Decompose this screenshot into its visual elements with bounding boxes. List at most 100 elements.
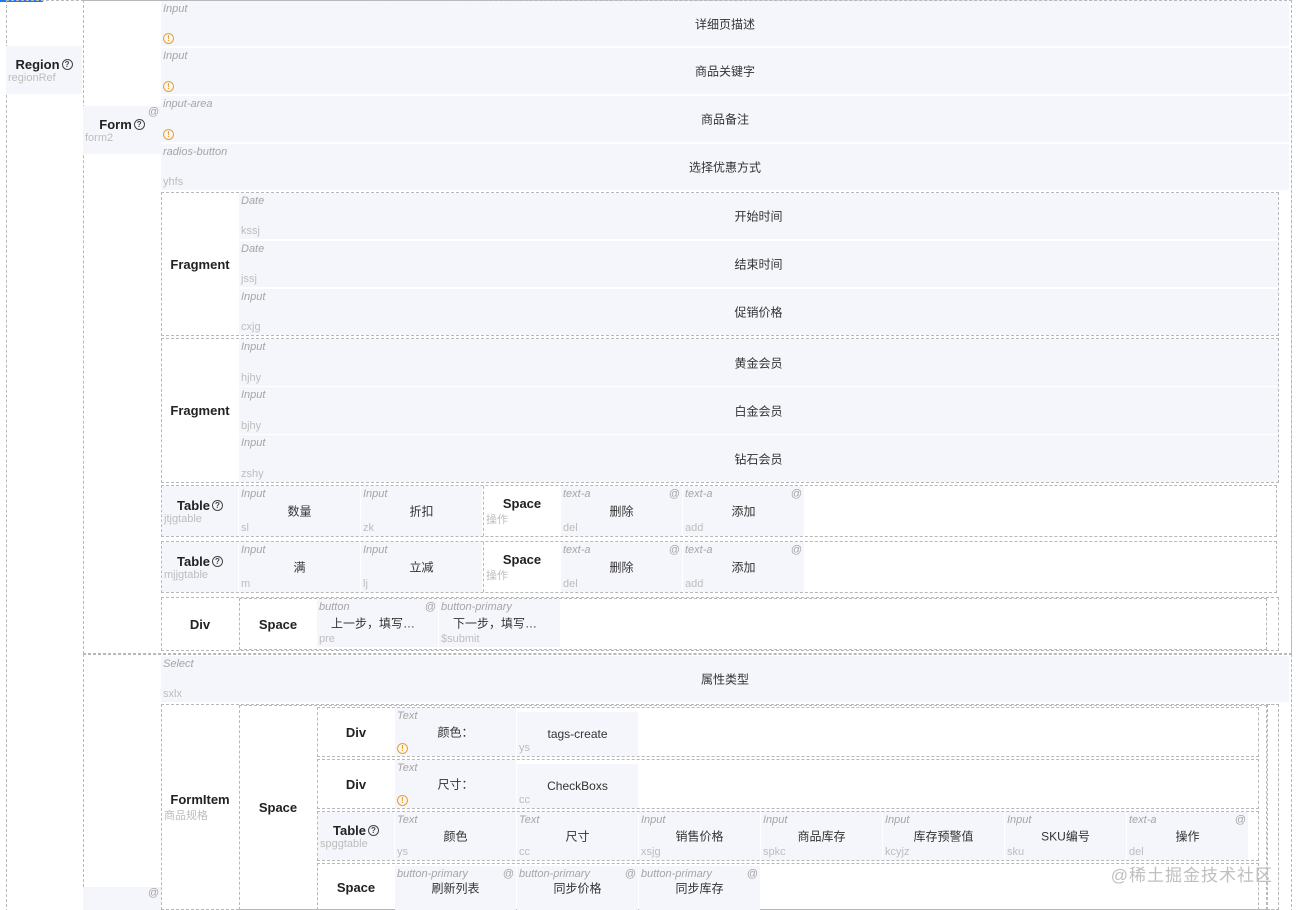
table-3-col-sku[interactable]: Input SKU编号 sku xyxy=(1005,812,1126,860)
table-1-space-control[interactable]: Space 操作 xyxy=(483,486,560,536)
space-control[interactable]: Space xyxy=(240,599,316,649)
field-type: Select xyxy=(163,658,194,670)
field-start-time[interactable]: Date 开始时间 kssj xyxy=(239,193,1278,239)
spec-color-div-control[interactable]: Div xyxy=(318,708,394,756)
sync-price-button[interactable]: button-primary @ 同步价格 xyxy=(517,866,638,910)
field-product-keywords[interactable]: Input 商品关键字 ! xyxy=(161,48,1289,94)
next-step-button[interactable]: button-primary 下一步，填写商... $submit xyxy=(439,599,560,647)
field-type: Input xyxy=(163,3,188,15)
table-ref: mjjgtable xyxy=(164,568,209,581)
table-3-control[interactable]: Table? spggtable xyxy=(318,812,394,860)
button-type: button-primary xyxy=(397,868,468,880)
table-2-add-op[interactable]: text-a @ 添加 add xyxy=(683,542,804,592)
op-key: del xyxy=(563,522,578,534)
table-3-col-stock[interactable]: Input 商品库存 spkc xyxy=(761,812,882,860)
table-2-col-reduce[interactable]: Input 立减 lj xyxy=(361,542,482,592)
button-type: button-primary xyxy=(519,868,590,880)
table-1-add-op[interactable]: text-a @ 添加 add xyxy=(683,486,804,536)
spec-color-tags-create[interactable]: tags-create ys xyxy=(517,712,638,756)
fragment-1-control[interactable]: Fragment xyxy=(162,193,238,335)
text-type: Text xyxy=(397,762,418,774)
field-label: 促销价格 xyxy=(734,305,783,320)
col-type: Input xyxy=(763,814,788,826)
table-1-col-quantity[interactable]: Input 数量 sl xyxy=(239,486,360,536)
at-icon: @ xyxy=(746,868,758,880)
field-end-time[interactable]: Date 结束时间 jssj xyxy=(239,241,1278,287)
prev-step-button[interactable]: button @ 上一步，填写商... pre xyxy=(317,599,438,647)
help-icon[interactable]: ? xyxy=(133,118,145,130)
op-label: 添加 xyxy=(731,504,756,519)
col-key: sku xyxy=(1007,846,1025,858)
col-type: Input xyxy=(885,814,910,826)
at-icon: @ xyxy=(790,488,802,500)
div-control[interactable]: Div xyxy=(162,598,238,650)
field-attribute-type[interactable]: Select 属性类型 sxlx xyxy=(161,656,1289,702)
col-key: xsjg xyxy=(641,846,661,858)
table-3-col-color[interactable]: Text 颜色 ys xyxy=(395,812,516,860)
field-key: bjhy xyxy=(241,420,262,432)
field-product-remark[interactable]: input-area 商品备注 ! xyxy=(161,96,1289,142)
field-gold-member[interactable]: Input 黄金会员 hjhy xyxy=(239,339,1278,386)
formitem-name: FormItem xyxy=(170,791,230,807)
table-name: Table xyxy=(333,822,366,838)
field-type: Input xyxy=(241,291,266,303)
field-type: Input xyxy=(241,341,266,353)
op-type: text-a xyxy=(685,488,713,500)
space-ref: 操作 xyxy=(486,569,508,582)
field-promo-price[interactable]: Input 促销价格 cxjg xyxy=(239,289,1278,335)
help-icon[interactable]: ? xyxy=(212,499,223,511)
space-name: Space xyxy=(502,551,542,567)
table-3-col-size[interactable]: Text 尺寸 cc xyxy=(517,812,638,860)
field-platinum-member[interactable]: Input 白金会员 bjhy xyxy=(239,387,1278,434)
formitem-space-control[interactable]: Space xyxy=(240,706,316,909)
table-2-control[interactable]: Table? mjjgtable xyxy=(162,542,238,592)
table-3-col-stock-alert[interactable]: Input 库存预警值 kcyjz xyxy=(883,812,1004,860)
table-1-col-discount[interactable]: Input 折扣 zk xyxy=(361,486,482,536)
field-label: 商品关键字 xyxy=(694,64,755,79)
help-icon[interactable]: ? xyxy=(212,555,223,567)
refresh-list-button[interactable]: button-primary @ 刷新列表 xyxy=(395,866,516,910)
field-label: 属性类型 xyxy=(700,672,749,687)
col-type: text-a xyxy=(1129,814,1157,826)
col-label: 数量 xyxy=(287,504,312,519)
field-detail-description[interactable]: Input 详细页描述 ! xyxy=(161,1,1289,46)
button-label: 上一步，填写商... xyxy=(331,616,426,631)
op-label: 添加 xyxy=(731,560,756,575)
formitem-control[interactable]: FormItem 商品规格 xyxy=(162,705,238,909)
at-icon: @ xyxy=(668,488,680,500)
table-2-space-control[interactable]: Space 操作 xyxy=(483,542,560,592)
field-label: 钻石会员 xyxy=(734,452,783,466)
help-icon[interactable]: ? xyxy=(61,58,73,70)
table-1-control[interactable]: Table? jtjgtable xyxy=(162,486,238,536)
col-label: 销售价格 xyxy=(675,829,724,844)
spec-size-checkboxs[interactable]: CheckBoxs cc xyxy=(517,764,638,808)
form-name: Form xyxy=(99,116,132,132)
div-name: Div xyxy=(189,616,211,632)
table-2-col-full[interactable]: Input 满 m xyxy=(239,542,360,592)
op-label: 删除 xyxy=(609,504,634,519)
div-name: Div xyxy=(345,776,367,792)
bottom-space-control[interactable]: Space xyxy=(318,864,394,910)
field-type: Input xyxy=(241,437,266,449)
table-1-delete-op[interactable]: text-a @ 删除 del xyxy=(561,486,682,536)
col-key: cc xyxy=(519,846,530,858)
region-control[interactable]: Region? regionRef xyxy=(6,46,82,94)
table-3-col-sale-price[interactable]: Input 销售价格 xsjg xyxy=(639,812,760,860)
field-key: jssj xyxy=(241,273,257,285)
op-label: 删除 xyxy=(609,560,634,575)
field-diamond-member[interactable]: Input 钻石会员 zshy xyxy=(239,435,1278,482)
field-type: Input xyxy=(163,50,188,62)
sync-stock-button[interactable]: button-primary @ 同步库存 xyxy=(639,866,760,910)
field-discount-method[interactable]: radios-button 选择优惠方式 yhfs xyxy=(161,144,1289,190)
fragment-2-control[interactable]: Fragment xyxy=(162,339,238,482)
spec-size-div-control[interactable]: Div xyxy=(318,760,394,808)
col-key: sl xyxy=(241,522,249,534)
table-3-col-op[interactable]: text-a @ 操作 del xyxy=(1127,812,1248,860)
table-2-delete-op[interactable]: text-a @ 删除 del xyxy=(561,542,682,592)
table-ref: jtjgtable xyxy=(164,512,202,525)
field-label: 开始时间 xyxy=(734,209,783,224)
field-label: 白金会员 xyxy=(734,404,783,418)
col-key: ys xyxy=(397,846,408,858)
at-icon: @ xyxy=(502,868,514,880)
help-icon[interactable]: ? xyxy=(368,824,379,836)
